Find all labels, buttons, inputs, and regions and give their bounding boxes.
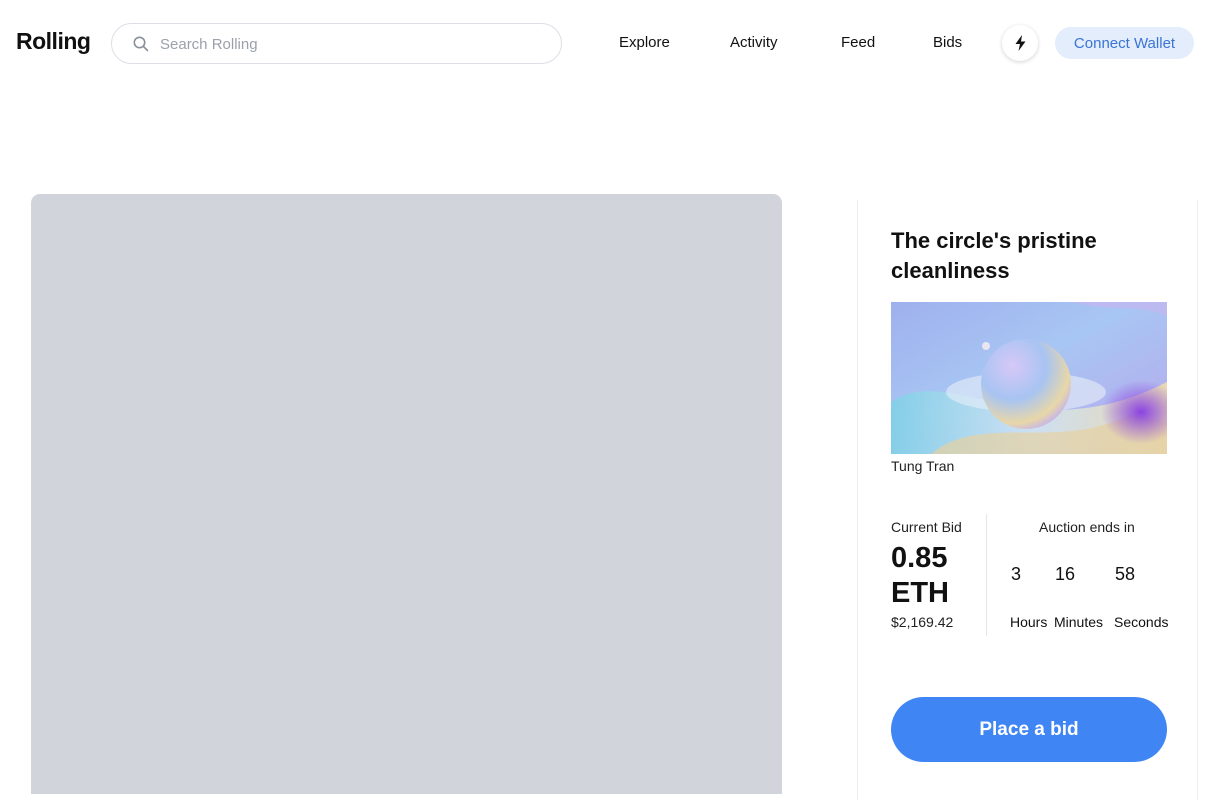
place-bid-button[interactable]: Place a bid [891, 697, 1167, 762]
countdown-seconds-value: 58 [1114, 564, 1136, 584]
lightning-button[interactable] [1002, 25, 1038, 61]
countdown-minutes-label: Minutes [1054, 614, 1104, 630]
bid-panel: The circle's pristine cleanliness Tung T… [857, 200, 1198, 800]
connect-wallet-button[interactable]: Connect Wallet [1055, 27, 1194, 59]
countdown-minutes-value: 16 [1054, 564, 1076, 584]
countdown-hours-label: Hours [1010, 614, 1048, 630]
lightning-bolt-icon [1015, 35, 1025, 51]
artwork-thumbnail[interactable] [891, 302, 1167, 454]
abstract-sphere-artwork-icon [891, 302, 1167, 454]
current-bid-usd: $2,169.42 [891, 614, 954, 630]
current-bid-label: Current Bid [891, 519, 962, 535]
current-bid-amount: 0.85 ETH [891, 542, 949, 609]
nav-explore[interactable]: Explore [619, 34, 670, 51]
search-input[interactable] [158, 32, 538, 56]
artwork-image-placeholder [31, 194, 782, 794]
search-icon [133, 36, 149, 52]
countdown-seconds-label: Seconds [1114, 614, 1169, 630]
artist-name[interactable]: Tung Tran [891, 458, 954, 474]
brand-logo[interactable]: Rolling [16, 28, 91, 55]
nav-bids[interactable]: Bids [933, 34, 962, 51]
nav-activity[interactable]: Activity [730, 34, 778, 51]
artwork-title: The circle's pristine cleanliness [891, 228, 1097, 283]
nav-feed[interactable]: Feed [841, 34, 875, 51]
search-bar[interactable] [111, 23, 562, 64]
auction-ends-label: Auction ends in [1039, 519, 1135, 535]
